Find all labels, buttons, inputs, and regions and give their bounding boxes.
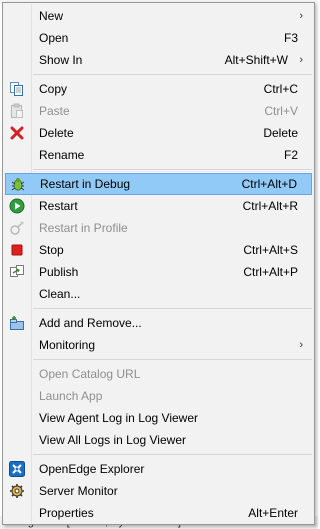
menu-item-label: Open Catalog URL [39, 367, 141, 381]
menu-item-publish[interactable]: Publish Ctrl+Alt+P [5, 261, 312, 283]
menu-item-shortcut: Alt+Enter [248, 506, 298, 520]
menu-item-shortcut: Ctrl+Alt+R [242, 199, 298, 213]
menu-item-restart-in-profile[interactable]: Restart in Profile [5, 217, 312, 239]
menu-item-delete[interactable]: Delete Delete [5, 122, 312, 144]
menu-item-shortcut: F2 [283, 148, 298, 162]
menu-item-view-agent-log[interactable]: View Agent Log in Log Viewer [5, 407, 312, 429]
add-remove-icon [9, 315, 25, 331]
menu-item-label: Restart [39, 199, 78, 213]
menu-item-label: Rename [39, 148, 85, 162]
menu-item-label: Add and Remove... [39, 316, 142, 330]
menu-item-shortcut: Ctrl+V [264, 104, 298, 118]
menu-item-label: Launch App [39, 389, 103, 403]
openedge-explorer-icon [9, 461, 25, 477]
menu-item-label: Show In [39, 53, 83, 67]
context-menu: New › Open F3 Show In Alt+Shift+W › Copy… [2, 2, 315, 525]
submenu-arrow-icon: › [299, 339, 303, 351]
menu-item-rename[interactable]: Rename F2 [5, 144, 312, 166]
menu-item-label: Restart in Profile [39, 221, 128, 235]
menu-item-label: Delete [39, 126, 74, 140]
submenu-arrow-icon: › [299, 54, 303, 66]
copy-icon [9, 81, 25, 97]
menu-item-add-and-remove[interactable]: Add and Remove... [5, 312, 312, 334]
menu-separator [33, 454, 312, 455]
menu-separator [33, 169, 312, 170]
menu-item-paste[interactable]: Paste Ctrl+V [5, 100, 312, 122]
menu-item-label: Properties [39, 506, 94, 520]
menu-item-clean[interactable]: Clean... [5, 283, 312, 305]
menu-item-label: Server Monitor [39, 484, 118, 498]
menu-item-show-in[interactable]: Show In Alt+Shift+W › [5, 49, 312, 71]
menu-item-server-monitor[interactable]: Server Monitor [5, 480, 312, 502]
menu-item-open-catalog-url[interactable]: Open Catalog URL [5, 363, 312, 385]
restart-run-icon [9, 198, 25, 214]
delete-icon [9, 125, 25, 141]
server-monitor-gear-icon [9, 483, 25, 499]
menu-separator [33, 74, 312, 75]
menu-item-openedge-explorer[interactable]: OpenEdge Explorer [5, 458, 312, 480]
menu-item-shortcut: F3 [283, 31, 298, 45]
debug-bug-icon [10, 176, 26, 192]
menu-item-restart[interactable]: Restart Ctrl+Alt+R [5, 195, 312, 217]
menu-item-label: Monitoring [39, 338, 96, 352]
menu-item-copy[interactable]: Copy Ctrl+C [5, 78, 312, 100]
menu-item-label: Copy [39, 82, 68, 96]
menu-item-label: New [39, 9, 64, 23]
menu-item-open[interactable]: Open F3 [5, 27, 312, 49]
publish-icon [9, 264, 25, 280]
paste-icon [9, 103, 25, 119]
menu-item-shortcut: Ctrl+Alt+D [241, 177, 297, 191]
menu-item-label: Stop [39, 243, 64, 257]
menu-item-launch-app[interactable]: Launch App [5, 385, 312, 407]
menu-item-label: Clean... [39, 287, 81, 301]
menu-item-shortcut: Ctrl+Alt+S [243, 243, 298, 257]
menu-item-label: OpenEdge Explorer [39, 462, 145, 476]
menu-item-shortcut: Delete [263, 126, 298, 140]
menu-item-label: Open [39, 31, 69, 45]
menu-separator [33, 308, 312, 309]
menu-separator [33, 359, 312, 360]
menu-item-label: View Agent Log in Log Viewer [39, 411, 199, 425]
profile-icon [9, 220, 25, 236]
menu-item-shortcut: Ctrl+C [263, 82, 298, 96]
menu-item-new[interactable]: New › [5, 5, 312, 27]
submenu-arrow-icon: › [299, 10, 303, 22]
menu-item-stop[interactable]: Stop Ctrl+Alt+S [5, 239, 312, 261]
menu-item-label: View All Logs in Log Viewer [39, 433, 186, 447]
menu-item-label: Publish [39, 265, 79, 279]
menu-item-shortcut: Alt+Shift+W [224, 53, 288, 67]
menu-item-properties[interactable]: Properties Alt+Enter [5, 502, 312, 524]
menu-item-monitoring[interactable]: Monitoring › [5, 334, 312, 356]
menu-item-restart-in-debug[interactable]: Restart in Debug Ctrl+Alt+D [5, 173, 312, 195]
menu-item-label: Restart in Debug [40, 177, 131, 191]
menu-item-label: Paste [39, 104, 70, 118]
stop-icon [9, 242, 25, 258]
menu-item-shortcut: Ctrl+Alt+P [243, 265, 298, 279]
menu-item-view-all-logs[interactable]: View All Logs in Log Viewer [5, 429, 312, 451]
